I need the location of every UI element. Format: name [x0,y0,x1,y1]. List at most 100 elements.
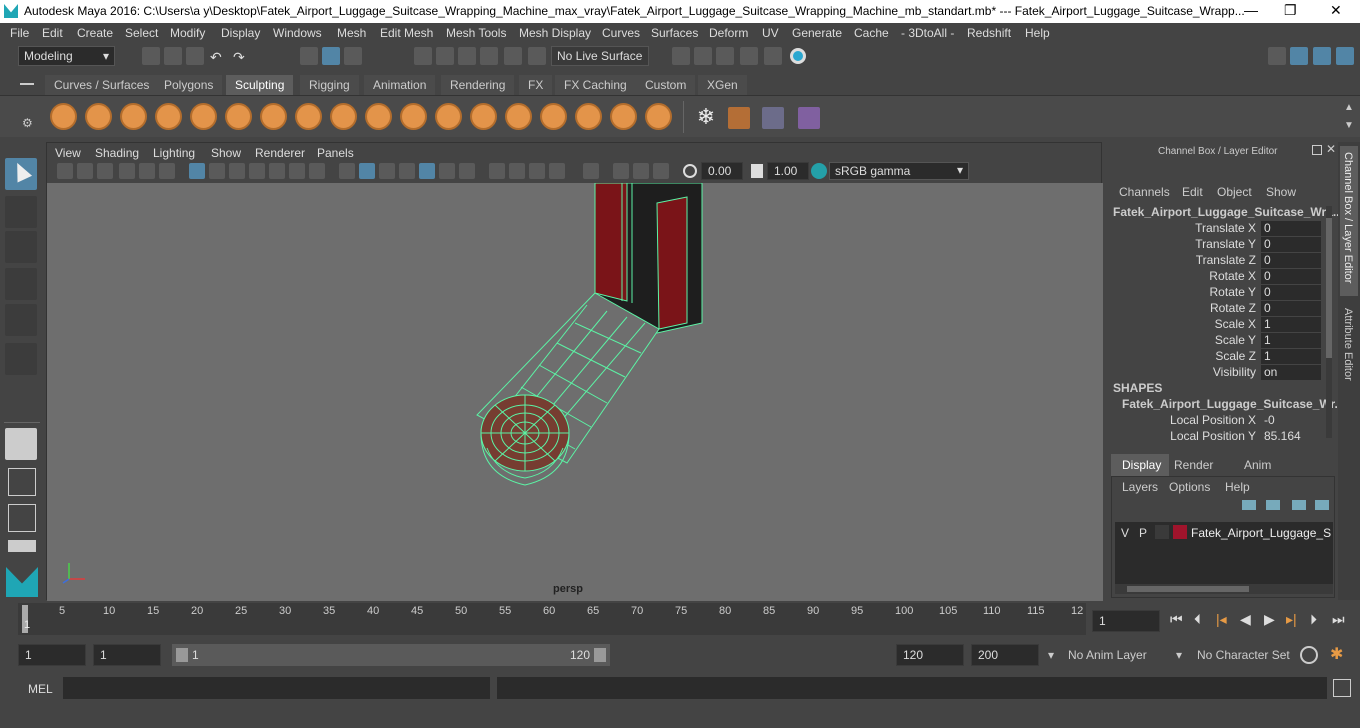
help-menu[interactable]: Help [1225,480,1250,494]
menu-file[interactable]: File [10,26,29,40]
step-forward-key-icon[interactable]: ⏵ [1310,611,1317,628]
tab-fx-caching[interactable]: FX Caching [555,75,636,95]
auto-key-icon[interactable] [1300,646,1318,664]
play-forward-icon[interactable]: ▶ [1264,611,1275,628]
attr-rotate-x[interactable]: Rotate X 0 [1108,269,1328,285]
smooth-tool-icon[interactable] [85,103,112,130]
anim-end-field[interactable]: 200 [971,644,1039,666]
shadows-icon[interactable] [459,163,475,179]
attr-value[interactable]: 1 [1261,333,1321,348]
layer-row[interactable]: V P Fatek_Airport_Luggage_Suit [1117,524,1331,542]
edit-menu[interactable]: Edit [1182,185,1203,199]
tab-channel-box-layer-editor[interactable]: Channel Box / Layer Editor [1340,146,1358,296]
hypershade-icon[interactable] [764,47,782,65]
pinch-tool-icon[interactable] [190,103,217,130]
vp-menu-panels[interactable]: Panels [317,146,354,160]
layout-icon[interactable] [1290,47,1308,65]
range-handle-start[interactable] [176,648,188,662]
render-frame-icon[interactable] [694,47,712,65]
tab-curves-surfaces[interactable]: Curves / Surfaces [45,75,159,95]
layout-toggle-icon[interactable] [8,540,36,552]
menu-modify[interactable]: Modify [170,26,205,40]
layer-type-toggle[interactable] [1155,525,1169,539]
vp-menu-renderer[interactable]: Renderer [255,146,305,160]
attr-value[interactable]: on [1261,365,1321,380]
gate-mask-icon[interactable] [249,163,265,179]
time-ruler[interactable]: 1 5 10 15 20 25 30 35 40 45 50 55 60 65 … [18,603,1086,635]
camera-attr-icon[interactable] [77,163,93,179]
four-view-layout-icon[interactable] [8,468,36,496]
attr-value[interactable]: -0 [1261,413,1321,428]
wireframe-icon[interactable] [339,163,355,179]
shelf-settings-icon[interactable]: ⚙ [22,116,33,130]
step-forward-frame-icon[interactable]: ▸| [1286,611,1297,628]
sculpt-tool-icon[interactable] [50,103,77,130]
spray-tool-icon[interactable] [295,103,322,130]
script-editor-icon[interactable] [1333,679,1351,697]
isolate-select-icon[interactable] [583,163,599,179]
attr-value[interactable]: 0 [1261,269,1321,284]
playback-start-field[interactable]: 1 [93,644,161,666]
anim-layer-dropdown[interactable]: ▾ No Anim Layer [1044,644,1166,666]
attr-value[interactable]: 85.164 [1261,429,1321,444]
attr-scale-x[interactable]: Scale X 1 [1108,317,1328,333]
menu-mesh-display[interactable]: Mesh Display [519,26,591,40]
xray-icon[interactable] [613,163,629,179]
tab-sculpting[interactable]: Sculpting [226,75,294,95]
gamma-field[interactable]: 1.00 [767,162,809,180]
live-surface-field[interactable]: No Live Surface [551,46,649,66]
xray-joints-icon[interactable] [653,163,669,179]
scale-tool-icon[interactable] [5,343,37,375]
tab-rigging[interactable]: Rigging [300,75,359,95]
snap-point-icon[interactable] [458,47,476,65]
shelf-menu-icon[interactable] [20,83,34,85]
attr-rotate-z[interactable]: Rotate Z 0 [1108,301,1328,317]
redo-icon[interactable]: ↷ [233,49,245,66]
float-panel-icon[interactable] [1312,145,1322,155]
toggle-panel-icon[interactable] [1313,47,1331,65]
vp-menu-show[interactable]: Show [211,146,241,160]
new-scene-icon[interactable] [142,47,160,65]
rotate-tool-icon[interactable] [5,304,37,336]
repeat-tool-icon[interactable] [330,103,357,130]
attr-scale-y[interactable]: Scale Y 1 [1108,333,1328,349]
3d-viewport[interactable]: persp [47,182,1103,601]
object-name[interactable]: Fatek_Airport_Luggage_Suitcase_Wra... [1113,205,1343,219]
move-tool-icon[interactable] [5,268,37,300]
menu-help[interactable]: Help [1025,26,1050,40]
render-view-icon[interactable] [740,47,758,65]
tab-anim[interactable]: Anim [1244,458,1271,472]
layers-menu[interactable]: Layers [1122,480,1158,494]
mel-input[interactable] [63,677,490,699]
attr-value[interactable]: 0 [1261,285,1321,300]
vp-menu-view[interactable]: View [55,146,81,160]
smear-tool-icon[interactable] [540,103,567,130]
antialias-icon[interactable] [529,163,545,179]
snap-grid-icon[interactable] [414,47,432,65]
move-layer-up-icon[interactable] [1242,500,1256,510]
menu-display[interactable]: Display [221,26,260,40]
attr-visibility[interactable]: Visibility on [1108,365,1328,381]
channel-box-toggle-icon[interactable] [1336,47,1354,65]
textured-icon[interactable] [419,163,435,179]
film-gate-icon[interactable] [209,163,225,179]
lights-icon[interactable] [439,163,455,179]
smooth-shade-icon[interactable] [359,163,375,179]
step-back-frame-icon[interactable]: |◂ [1216,611,1227,628]
convert-to-frozen-icon[interactable] [762,107,784,129]
undo-icon[interactable]: ↶ [210,49,222,66]
select-component-icon[interactable] [344,47,362,65]
menu-surfaces[interactable]: Surfaces [651,26,698,40]
attr-local-position-y[interactable]: Local Position Y 85.164 [1108,429,1328,445]
mode-selector[interactable]: Modeling ▾ [18,46,115,66]
maya-home-icon[interactable] [6,567,38,597]
attr-translate-x[interactable]: Translate X 0 [1108,221,1328,237]
paint-select-tool-icon[interactable] [5,231,37,263]
maximize-button[interactable]: ❐ [1284,2,1297,19]
flatten-tool-icon[interactable] [225,103,252,130]
outliner-layout-icon[interactable] [8,504,36,532]
attr-value[interactable]: 1 [1261,349,1321,364]
new-layer-icon[interactable] [1292,500,1306,510]
image-plane-icon[interactable] [119,163,135,179]
color-management-icon[interactable] [811,163,827,179]
